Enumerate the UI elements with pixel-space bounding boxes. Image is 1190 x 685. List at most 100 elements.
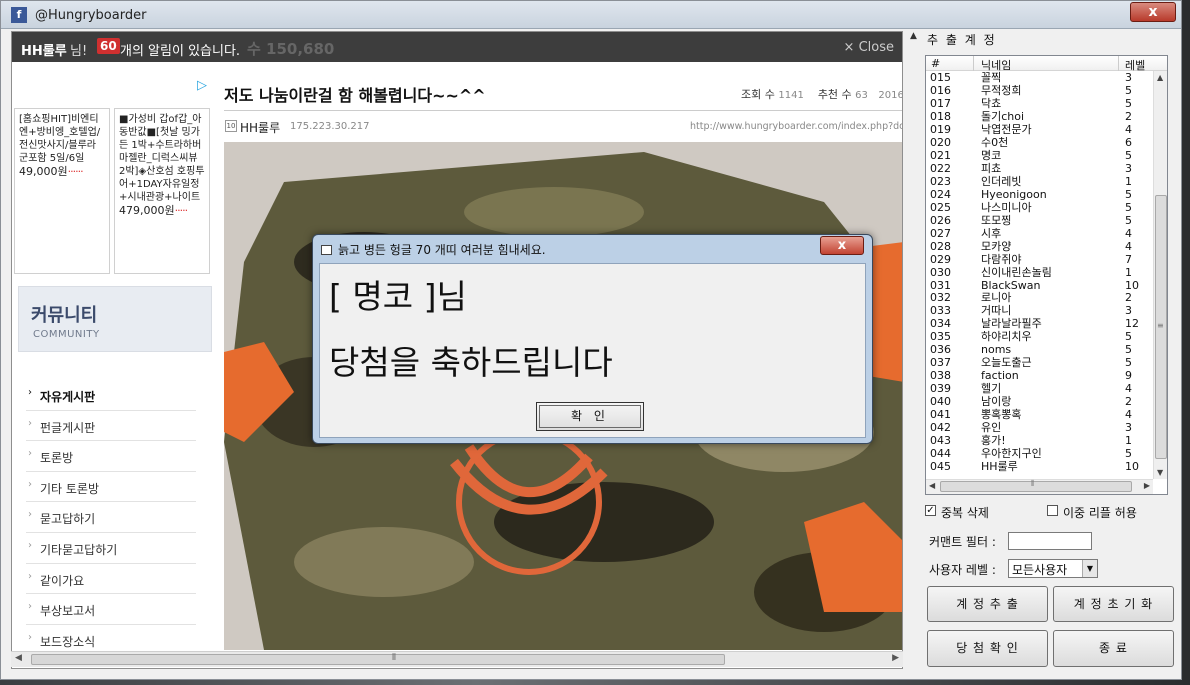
row-nickname: 날라날라필주: [981, 317, 1042, 331]
dialog-close-button[interactable]: x: [820, 236, 864, 255]
list-item[interactable]: 024 Hyeonigoon 5: [926, 188, 1152, 201]
chevron-down-icon[interactable]: ▼: [1082, 560, 1097, 577]
list-item[interactable]: 038 faction 9: [926, 369, 1152, 382]
list-item[interactable]: 033 거따니 3: [926, 304, 1152, 317]
list-item[interactable]: 016 무적정희 5: [926, 84, 1152, 97]
row-level: 1: [1125, 265, 1132, 279]
scroll-right-arrow-icon[interactable]: ▶: [892, 653, 899, 663]
post-author[interactable]: HH룰루: [240, 119, 280, 136]
comment-filter-input[interactable]: [1008, 532, 1092, 550]
column-divider[interactable]: [973, 56, 974, 71]
ad-choices-icon[interactable]: ▷: [197, 78, 207, 93]
menu-item[interactable]: › 토론방: [26, 441, 196, 472]
notification-close-button[interactable]: × Close: [844, 40, 894, 55]
list-item[interactable]: 042 유인 3: [926, 421, 1152, 434]
list-horizontal-scrollbar[interactable]: ◀ ⦀ ▶: [926, 479, 1153, 494]
row-number: 041: [930, 408, 951, 422]
scroll-left-arrow-icon[interactable]: ◀: [15, 653, 22, 663]
row-nickname: 거따니: [981, 304, 1012, 318]
checkbox-box[interactable]: [1047, 505, 1058, 516]
post-url[interactable]: http://www.hungryboarder.com/index.php?d…: [690, 121, 902, 132]
scroll-thumb[interactable]: [940, 481, 1132, 492]
list-item[interactable]: 040 남이랑 2: [926, 395, 1152, 408]
list-item[interactable]: 043 홍가! 1: [926, 434, 1152, 447]
column-divider[interactable]: [1118, 56, 1119, 71]
list-item[interactable]: 034 날라날라필주 12: [926, 317, 1152, 330]
list-item[interactable]: 020 수0천 6: [926, 136, 1152, 149]
ad-item[interactable]: [홈쇼핑HIT]비엔티엔+방비엥_호텔업/전신맛사지/블루라군포함 5일/6일 …: [14, 108, 110, 274]
list-item[interactable]: 019 낙엽전문가 4: [926, 123, 1152, 136]
scroll-up-arrow-icon[interactable]: ▲: [910, 31, 917, 41]
checkbox-box[interactable]: ✓: [925, 505, 936, 516]
menu-item-free-board[interactable]: › 자유게시판: [26, 380, 196, 411]
row-number: 044: [930, 447, 951, 461]
chevron-right-icon: ›: [28, 631, 32, 643]
list-item[interactable]: 041 뽕혹뽕혹 4: [926, 408, 1152, 421]
row-nickname: 닥쵸: [981, 96, 1002, 110]
list-item[interactable]: 031 BlackSwan 10: [926, 279, 1152, 292]
list-item[interactable]: 045 HH룰루 10: [926, 460, 1152, 473]
list-item[interactable]: 027 시후 4: [926, 227, 1152, 240]
menu-item[interactable]: › 부상보고서: [26, 594, 196, 625]
ad-area: [홈쇼핑HIT]비엔티엔+방비엥_호텔업/전신맛사지/블루라군포함 5일/6일 …: [14, 108, 212, 276]
menu-item[interactable]: › 펀글게시판: [26, 411, 196, 442]
ad-item[interactable]: ■가성비 갑of갑_아동반값■[첫날 밍가든 1박+수트라하버 마젤란_디럭스씨…: [114, 108, 210, 274]
app-icon: f: [11, 7, 27, 23]
grip-icon: ⦀: [1031, 479, 1035, 488]
list-item[interactable]: 017 닥쵸 5: [926, 97, 1152, 110]
exit-button[interactable]: 종 료: [1053, 630, 1174, 667]
browser-horizontal-scrollbar[interactable]: ◀ ⦀ ▶: [11, 651, 903, 667]
scroll-down-arrow-icon[interactable]: ▼: [1157, 468, 1163, 477]
scroll-left-arrow-icon[interactable]: ◀: [929, 481, 935, 490]
row-nickname: 피쵸: [981, 161, 1002, 175]
row-number: 043: [930, 434, 951, 448]
window-close-button[interactable]: x: [1130, 2, 1176, 22]
row-number: 020: [930, 135, 951, 149]
list-item[interactable]: 026 또모찡 5: [926, 214, 1152, 227]
list-item[interactable]: 030 신이내린손놀림 1: [926, 266, 1152, 279]
scroll-thumb[interactable]: ⦀: [31, 653, 725, 665]
list-item[interactable]: 032 로니아 2: [926, 291, 1152, 304]
list-item[interactable]: 018 돌기choi 2: [926, 110, 1152, 123]
row-number: 018: [930, 109, 951, 123]
column-header-number[interactable]: #: [931, 57, 940, 70]
extract-accounts-button[interactable]: 계 정 추 출: [927, 586, 1048, 622]
list-item[interactable]: 022 피쵸 3: [926, 162, 1152, 175]
menu-item[interactable]: › 묻고답하기: [26, 502, 196, 533]
community-banner[interactable]: 커뮤니티 COMMUNITY: [18, 286, 212, 352]
notification-count-badge[interactable]: 60: [97, 38, 120, 54]
community-title: 커뮤니티: [31, 305, 98, 326]
row-level: 5: [1125, 187, 1132, 201]
menu-item[interactable]: › 기타 토론방: [26, 472, 196, 503]
title-bar: f @Hungryboarder: [1, 1, 1181, 29]
list-item[interactable]: 035 하야리치우 5: [926, 330, 1152, 343]
list-item[interactable]: 023 인더레빗 1: [926, 175, 1152, 188]
list-vertical-scrollbar[interactable]: ▲ ≡ ▼: [1153, 71, 1167, 479]
menu-item[interactable]: › 기타묻고답하기: [26, 533, 196, 564]
row-nickname: 돌기choi: [981, 109, 1025, 123]
ok-button[interactable]: 확 인: [536, 402, 644, 431]
menu-item[interactable]: › 같이가요: [26, 564, 196, 595]
row-level: 7: [1125, 252, 1132, 266]
list-item[interactable]: 044 우아한지구인 5: [926, 447, 1152, 460]
list-item[interactable]: 015 꼴찍 3: [926, 71, 1152, 84]
post-meta: 조회 수 1141 추천 수 63 2016.: [741, 86, 902, 102]
scroll-up-arrow-icon[interactable]: ▲: [1157, 73, 1163, 82]
row-number: 035: [930, 330, 951, 344]
row-number: 015: [930, 71, 951, 84]
row-nickname: 하야리치우: [981, 330, 1032, 344]
reset-accounts-button[interactable]: 계 정 초 기 화: [1053, 586, 1174, 622]
list-item[interactable]: 037 오늘도출근 5: [926, 356, 1152, 369]
list-item[interactable]: 036 noms 5: [926, 343, 1152, 356]
list-item[interactable]: 028 모카양 4: [926, 240, 1152, 253]
ad-text: ■가성비 갑of갑_아동반값■[첫날 밍가든 1박+수트라하버 마젤란_디럭스씨…: [119, 114, 205, 203]
notification-user[interactable]: HH룰루: [21, 40, 67, 59]
scroll-right-arrow-icon[interactable]: ▶: [1144, 481, 1150, 490]
account-list[interactable]: # 닉네임 레벨 015 꼴찍 3 016 무적정희 5 017 닥쵸 5 018 돌기choi 2 0…: [925, 55, 1168, 495]
list-item[interactable]: 025 나스미니아 5: [926, 201, 1152, 214]
confirm-winner-button[interactable]: 당 첨 확 인: [927, 630, 1048, 667]
list-item[interactable]: 021 명코 5: [926, 149, 1152, 162]
list-item[interactable]: 039 헬기 4: [926, 382, 1152, 395]
list-item[interactable]: 029 다람쥐야 7: [926, 253, 1152, 266]
user-level-select[interactable]: 모든사용자 ▼: [1008, 559, 1098, 578]
